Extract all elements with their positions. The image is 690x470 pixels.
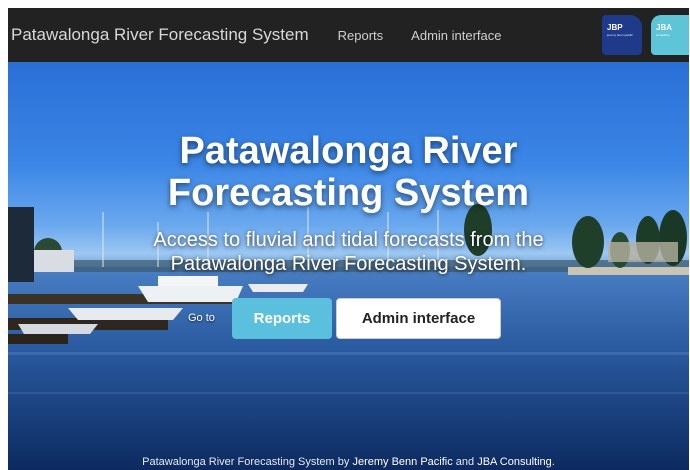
footer-link-jeremy-benn-pacific[interactable]: Jeremy Benn Pacific (352, 456, 452, 468)
hero-subtitle-line-2: Patawalonga River Forecasting System. (170, 253, 527, 275)
hero-title-line-1: Patawalonga River (179, 130, 518, 172)
jbp-logo-text: jeremy benn pacific (607, 33, 633, 37)
hero-title-line-2: Forecasting System (167, 172, 530, 214)
hero-subtitle-line-1: Access to fluvial and tidal forecasts fr… (153, 229, 544, 251)
jba-logo-mark: JBA (656, 23, 673, 32)
navbar: Patawalonga River Forecasting System Rep… (8, 8, 689, 62)
page-frame: Patawalonga River Forecasting System Rep… (8, 8, 689, 470)
footer-link-jba-consulting[interactable]: JBA Consulting (477, 456, 552, 468)
hero-section: Patawalonga River Forecasting System Acc… (8, 62, 689, 470)
footer-suffix: . (551, 456, 555, 468)
reports-button[interactable]: Reports (232, 298, 332, 339)
footer-prefix: Patawalonga River Forecasting System by (142, 456, 353, 468)
footer-and: and (452, 456, 478, 468)
jbp-logo[interactable]: JBP jeremy benn pacific (602, 15, 642, 55)
nav-link-reports[interactable]: Reports (338, 28, 384, 43)
go-to-label: Go to (188, 312, 215, 324)
jba-logo[interactable]: JBA consulting (651, 15, 689, 55)
jba-logo-text: consulting (656, 33, 670, 37)
navbar-brand[interactable]: Patawalonga River Forecasting System (11, 25, 309, 45)
jbp-logo-mark: JBP (607, 23, 623, 32)
nav-link-admin-interface[interactable]: Admin interface (411, 28, 501, 43)
partner-logos: JBP jeremy benn pacific JBA consulting (593, 15, 689, 55)
footer-credit: Patawalonga River Forecasting System by … (8, 456, 689, 468)
admin-interface-button[interactable]: Admin interface (336, 298, 501, 339)
